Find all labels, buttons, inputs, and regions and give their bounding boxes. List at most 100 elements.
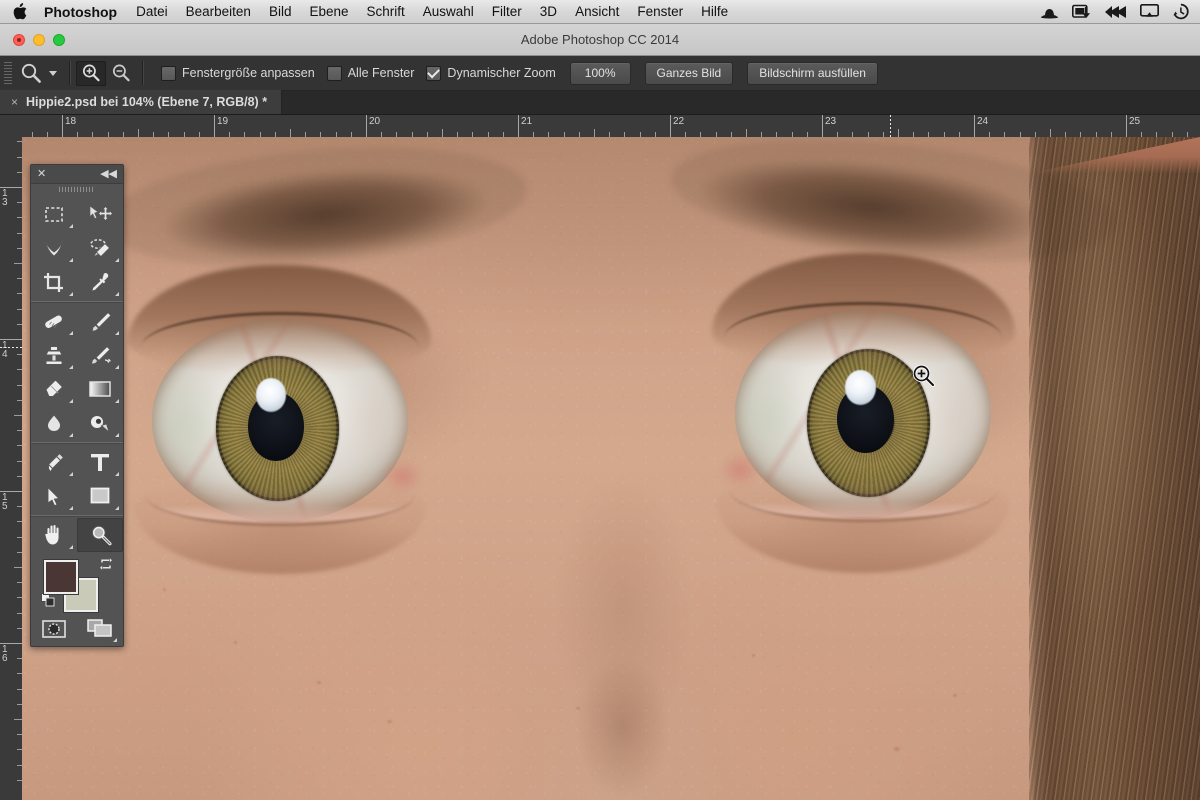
gradient-tool-icon — [89, 381, 111, 397]
tool-path-selection[interactable] — [31, 479, 77, 513]
menu-item-schrift[interactable]: Schrift — [358, 0, 414, 24]
apple-logo-icon[interactable] — [0, 3, 34, 20]
tool-eraser[interactable] — [31, 372, 77, 406]
eraser-tool-icon — [44, 379, 63, 397]
tools-separator-1 — [31, 301, 123, 302]
menu-item-ebene[interactable]: Ebene — [300, 0, 357, 24]
tool-gradient[interactable] — [77, 372, 123, 406]
tools-separator-3 — [31, 515, 123, 516]
vertical-ruler[interactable]: 13 14 15 16 — [0, 137, 23, 800]
menu-item-auswahl[interactable]: Auswahl — [414, 0, 483, 24]
options-separator — [69, 61, 70, 85]
move-tool-icon — [89, 205, 112, 220]
tool-brush[interactable] — [77, 304, 123, 338]
tool-move[interactable] — [77, 197, 123, 231]
ruler-label: 23 — [825, 116, 837, 127]
fit-image-button[interactable]: Ganzes Bild — [644, 61, 734, 85]
menu-item-fenster[interactable]: Fenster — [628, 0, 692, 24]
zoom-in-button[interactable] — [76, 60, 106, 86]
tools-grid — [31, 195, 123, 554]
default-colors-icon[interactable] — [41, 593, 55, 612]
color-swatches — [31, 554, 123, 616]
tool-healing-brush[interactable] — [31, 304, 77, 338]
tool-zoom[interactable] — [77, 518, 123, 552]
display-modes — [31, 616, 123, 646]
quick-selection-icon — [90, 238, 111, 258]
zoom-out-button[interactable] — [106, 61, 136, 86]
screen-capture-icon[interactable] — [1072, 4, 1092, 20]
ruler-label: 16 — [2, 644, 8, 664]
foreground-color-swatch[interactable] — [44, 560, 78, 594]
tool-history-brush[interactable] — [77, 338, 123, 372]
time-machine-clock-icon[interactable] — [1172, 3, 1189, 20]
ruler-label: 15 — [2, 492, 8, 512]
image-canvas[interactable] — [22, 137, 1200, 800]
bowler-hat-icon[interactable] — [1040, 5, 1059, 19]
options-bar-grip[interactable] — [4, 62, 12, 84]
tool-dodge[interactable] — [77, 406, 123, 440]
tool-rectangle-shape[interactable] — [77, 479, 123, 513]
ruler-label: 14 — [2, 340, 8, 360]
checkbox-fenstergroesse-anpassen[interactable]: Fenstergröße anpassen — [161, 65, 315, 81]
window-controls — [0, 33, 65, 46]
tools-panel-header[interactable]: ✕ ◀◀ — [31, 165, 123, 184]
ruler-label: 24 — [977, 116, 989, 127]
history-brush-icon — [90, 345, 111, 365]
close-icon[interactable]: × — [11, 95, 18, 109]
menu-item-filter[interactable]: Filter — [483, 0, 531, 24]
quick-mask-icon[interactable] — [41, 619, 66, 643]
airplay-display-icon[interactable] — [1140, 4, 1159, 19]
vertical-guide-marker — [0, 346, 22, 348]
swap-colors-icon[interactable] — [99, 557, 113, 576]
tool-eyedropper[interactable] — [77, 265, 123, 299]
zoom-100-percent-button[interactable]: 100% — [569, 61, 631, 85]
checkbox-dynamischer-zoom[interactable]: Dynamischer Zoom — [426, 65, 556, 81]
document-tab-title: Hippie2.psd bei 104% (Ebene 7, RGB/8) * — [26, 95, 268, 109]
checkbox-box[interactable] — [161, 65, 176, 81]
tool-quick-selection[interactable] — [77, 231, 123, 265]
chevron-down-icon — [49, 70, 57, 76]
ruler-corner[interactable] — [0, 115, 23, 138]
fill-screen-button[interactable]: Bildschirm ausfüllen — [747, 61, 878, 85]
active-tool-preset-picker[interactable] — [17, 62, 63, 84]
zoom-button[interactable] — [53, 33, 65, 46]
menu-item-ansicht[interactable]: Ansicht — [566, 0, 628, 24]
lasso-tool-icon — [44, 240, 64, 257]
checkbox-box[interactable] — [426, 65, 442, 81]
collapse-icon[interactable]: ◀◀ — [100, 168, 117, 180]
clone-stamp-icon — [45, 345, 63, 365]
checkbox-alle-fenster[interactable]: Alle Fenster — [326, 65, 414, 81]
tool-pen[interactable] — [31, 445, 77, 479]
tool-lasso[interactable] — [31, 231, 77, 265]
menu-item-datei[interactable]: Datei — [127, 0, 177, 24]
brush-tool-icon — [90, 311, 112, 332]
tool-type[interactable] — [77, 445, 123, 479]
ruler-label: 19 — [217, 116, 229, 127]
menu-item-3d[interactable]: 3D — [531, 0, 566, 24]
zoom-tool-icon — [21, 63, 41, 83]
menu-item-hilfe[interactable]: Hilfe — [692, 0, 737, 24]
window-title-bar: Adobe Photoshop CC 2014 — [0, 24, 1200, 56]
minimize-button[interactable] — [33, 33, 45, 46]
checkbox-box[interactable] — [326, 65, 342, 81]
screen-mode-icon[interactable] — [86, 619, 113, 643]
tool-hand[interactable] — [31, 518, 77, 552]
tool-rectangular-marquee[interactable] — [31, 197, 77, 231]
fast-forward-icon[interactable] — [1105, 5, 1127, 19]
tool-blur[interactable] — [31, 406, 77, 440]
menu-item-photoshop[interactable]: Photoshop — [34, 0, 127, 24]
menu-item-bearbeiten[interactable]: Bearbeiten — [177, 0, 260, 24]
photoshop-window: Photoshop Datei Bearbeiten Bild Ebene Sc… — [0, 0, 1200, 800]
tool-crop[interactable] — [31, 265, 77, 299]
tools-panel-grip[interactable] — [31, 184, 123, 195]
zoom-in-icon — [82, 64, 100, 82]
close-icon[interactable]: ✕ — [37, 168, 46, 180]
type-tool-icon — [91, 453, 109, 471]
tool-clone-stamp[interactable] — [31, 338, 77, 372]
dodge-tool-icon — [90, 414, 110, 433]
menu-item-bild[interactable]: Bild — [260, 0, 301, 24]
horizontal-ruler[interactable]: 18 19 20 21 22 23 24 25 — [22, 115, 1200, 138]
ruler-label: 21 — [521, 116, 533, 127]
close-button[interactable] — [13, 33, 25, 46]
document-tab[interactable]: × Hippie2.psd bei 104% (Ebene 7, RGB/8) … — [0, 90, 283, 114]
